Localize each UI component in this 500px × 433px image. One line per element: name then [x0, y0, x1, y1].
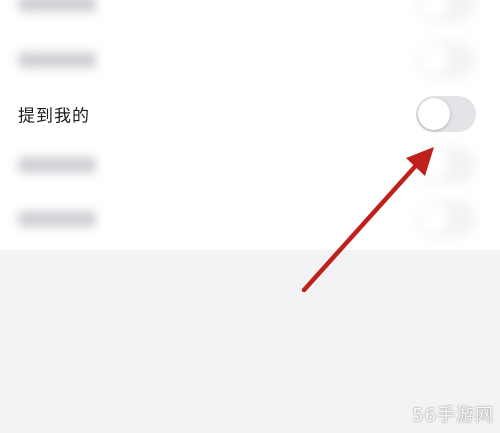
- settings-list: 提到我的: [0, 0, 500, 250]
- settings-screen: 提到我的 56手游网: [0, 0, 500, 433]
- settings-row-label: [18, 52, 96, 68]
- settings-row-label: [18, 211, 96, 227]
- settings-row-blurred[interactable]: [0, 137, 500, 193]
- watermark: 56手游网: [412, 405, 494, 426]
- mentions-label: 提到我的: [18, 106, 90, 127]
- mentions-toggle-switch[interactable]: [416, 96, 476, 132]
- settings-row-blurred[interactable]: [0, 191, 500, 247]
- settings-row-blurred[interactable]: [0, 32, 500, 88]
- settings-row-mentions[interactable]: 提到我的: [0, 86, 500, 142]
- toggle-switch[interactable]: [416, 42, 476, 78]
- settings-row-label: [18, 0, 96, 12]
- toggle-knob: [418, 0, 450, 20]
- settings-row-blurred[interactable]: [0, 0, 500, 32]
- toggle-switch[interactable]: [416, 201, 476, 237]
- settings-row-label: [18, 157, 96, 173]
- toggle-knob: [418, 98, 450, 130]
- toggle-knob: [418, 44, 450, 76]
- toggle-knob: [418, 203, 450, 235]
- toggle-switch[interactable]: [416, 0, 476, 22]
- toggle-switch[interactable]: [416, 147, 476, 183]
- toggle-knob: [418, 149, 450, 181]
